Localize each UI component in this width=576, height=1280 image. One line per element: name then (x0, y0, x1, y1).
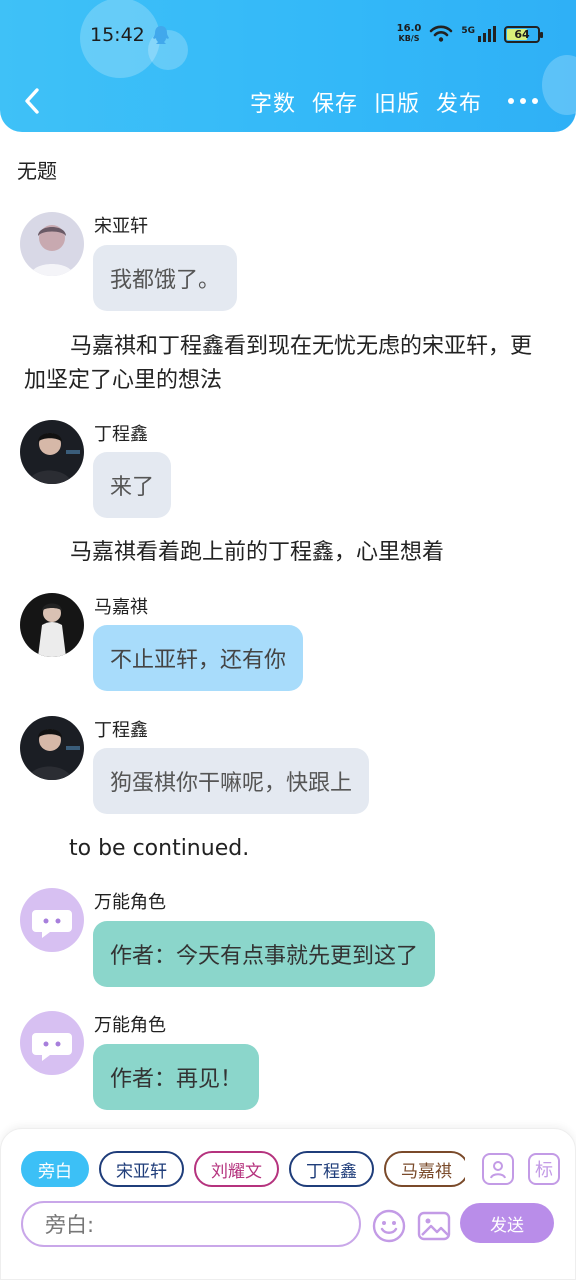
status-bar-right: 16.0 KB/S 5G 64 (396, 23, 543, 44)
chat-message[interactable]: 马嘉祺 不止亚轩，还有你 (20, 593, 340, 693)
role-chip-song-yaxuan[interactable]: 宋亚轩 (99, 1151, 184, 1187)
image-icon[interactable] (417, 1209, 451, 1243)
old-version-button[interactable]: 旧版 (374, 86, 420, 118)
chat-message[interactable]: 万能角色 作者：今天有点事就先更到这了 (20, 888, 500, 988)
speaker-name: 丁程鑫 (94, 720, 148, 741)
avatar-ma-jiaqi (20, 593, 84, 657)
speaker-name: 丁程鑫 (94, 424, 148, 445)
universal-role-avatar-icon (20, 888, 84, 952)
role-chip-ding-chengxin[interactable]: 丁程鑫 (289, 1151, 374, 1187)
chat-message[interactable]: 丁程鑫 来了 (20, 420, 320, 520)
emoji-icon[interactable] (372, 1209, 406, 1243)
speaker-name: 万能角色 (94, 892, 166, 913)
message-bubble[interactable]: 不止亚轩，还有你 (93, 625, 304, 691)
person-glyph (490, 1161, 506, 1179)
word-count-button[interactable]: 字数 (250, 86, 296, 118)
more-options-icon[interactable] (508, 98, 538, 104)
avatar-song-yaxuan (20, 212, 84, 276)
role-chip-list: 旁白 宋亚轩 刘耀文 丁程鑫 马嘉祺 (21, 1151, 465, 1189)
narration-text[interactable]: to be continued. (69, 832, 549, 866)
send-button[interactable]: 发送 (460, 1203, 554, 1243)
avatar-ding-chengxin (20, 420, 84, 484)
message-bubble[interactable]: 狗蛋棋你干嘛呢，快跟上 (93, 748, 370, 814)
message-bubble[interactable]: 作者：再见！ (93, 1044, 260, 1110)
speaker-name: 宋亚轩 (94, 216, 148, 237)
header-decoration (542, 55, 576, 115)
avatar-ding-chengxin (20, 716, 84, 780)
qq-notification-icon (153, 26, 169, 44)
network-speed: 16.0 KB/S (396, 23, 422, 44)
role-chip-liu-yaowen[interactable]: 刘耀文 (194, 1151, 279, 1187)
role-chip-narration[interactable]: 旁白 (21, 1151, 89, 1187)
tag-icon[interactable]: 标 (528, 1153, 560, 1185)
message-input[interactable]: 旁白: (21, 1201, 361, 1247)
chat-message[interactable]: 万能角色 作者：再见！ (20, 1011, 320, 1111)
editor-toolbar: 字数 保存 旧版 发布 (250, 86, 482, 118)
wifi-icon (430, 25, 453, 42)
chat-message[interactable]: 宋亚轩 我都饿了。 (20, 212, 320, 312)
battery-indicator: 64 (504, 25, 543, 43)
composer-panel: 旁白 宋亚轩 刘耀文 丁程鑫 马嘉祺 标 旁白: 发送 (0, 1128, 576, 1280)
publish-button[interactable]: 发布 (436, 86, 482, 118)
back-arrow-icon[interactable] (18, 86, 48, 116)
input-placeholder: 旁白: (45, 1213, 95, 1237)
person-icon[interactable] (482, 1153, 514, 1185)
document-title[interactable]: 无题 (17, 155, 57, 184)
message-bubble[interactable]: 我都饿了。 (93, 245, 238, 311)
message-bubble[interactable]: 来了 (93, 452, 172, 518)
narration-text[interactable]: 马嘉祺看着跑上前的丁程鑫，心里想着 (24, 536, 544, 570)
top-header: 15:42 16.0 KB/S 5G 64 字数 保存 旧版 发布 (0, 0, 576, 132)
cellular-signal: 5G (461, 26, 496, 42)
universal-role-avatar-icon (20, 1011, 84, 1075)
narration-text[interactable]: 马嘉祺和丁程鑫看到现在无忧无虑的宋亚轩，更加坚定了心里的想法 (24, 330, 544, 398)
speaker-name: 万能角色 (94, 1015, 166, 1036)
save-button[interactable]: 保存 (312, 86, 358, 118)
status-time: 15:42 (90, 24, 145, 46)
role-chip-ma-jiaqi[interactable]: 马嘉祺 (384, 1151, 465, 1187)
speaker-name: 马嘉祺 (94, 597, 148, 618)
message-bubble[interactable]: 作者：今天有点事就先更到这了 (93, 921, 436, 987)
signal-bars-icon (478, 26, 496, 42)
chat-message[interactable]: 丁程鑫 狗蛋棋你干嘛呢，快跟上 (20, 716, 420, 816)
